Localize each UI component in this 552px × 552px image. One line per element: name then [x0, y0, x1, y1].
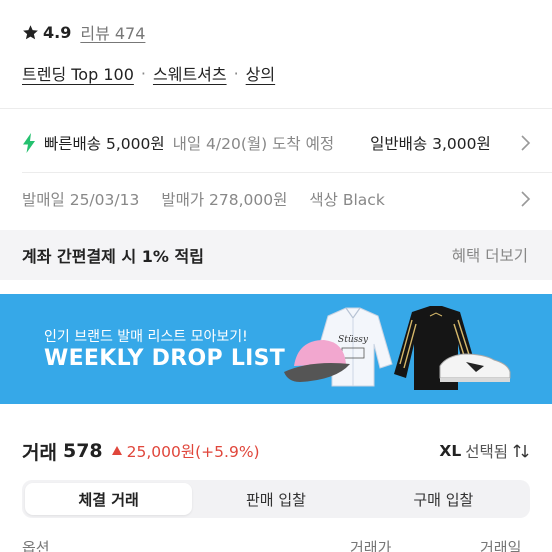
selected-size-label: 선택됨 — [465, 443, 508, 461]
benefit-text: 계좌 간편결제 시 1% 적립 — [22, 247, 204, 266]
selected-size: XL — [439, 442, 462, 460]
column-header-price: 거래가 — [350, 539, 392, 552]
category-link-sweatshirt[interactable]: 스웨트셔츠 — [153, 61, 227, 85]
trade-count: 578 — [62, 440, 103, 462]
category-link-tops[interactable]: 상의 — [246, 61, 275, 85]
category-breadcrumb: 트렌딩 Top 100 · 스웨트셔츠 · 상의 — [22, 61, 275, 85]
price-change: 25,000원(+5.9%) — [126, 443, 260, 461]
release-color: 색상 Black — [309, 191, 385, 209]
release-date: 발매일 25/03/13 — [22, 191, 140, 209]
svg-text:Stüssy: Stüssy — [338, 335, 369, 345]
fast-shipping-eta: 내일 4/20(월) 도착 예정 — [172, 135, 335, 153]
divider — [0, 108, 552, 109]
price-up-icon — [111, 446, 122, 455]
rating-row: 4.9 리뷰 474 — [22, 21, 145, 43]
tab-sell-bids[interactable]: 판매 입찰 — [192, 483, 359, 515]
breadcrumb-separator: · — [140, 63, 146, 83]
trade-label: 거래 — [22, 441, 57, 464]
shipping-options[interactable]: 빠른배송 5,000원 내일 4/20(월) 도착 예정 일반배송 3,000원 — [22, 128, 552, 158]
chevron-right-icon[interactable] — [518, 134, 532, 152]
banner-headline: WEEKLY DROP LIST — [44, 346, 286, 371]
payment-benefit-bar[interactable]: 계좌 간편결제 시 1% 적립 혜택 더보기 — [0, 230, 552, 280]
banner-subtitle: 인기 브랜드 발매 리스트 모아보기! — [44, 329, 248, 345]
release-price: 발매가 278,000원 — [161, 191, 288, 209]
trade-summary: 거래 578 25,000원(+5.9%) XL 선택됨 — [22, 436, 530, 466]
weekly-drop-banner[interactable]: 인기 브랜드 발매 리스트 모아보기! WEEKLY DROP LIST Stü… — [0, 294, 552, 404]
column-header-option: 옵션 — [22, 539, 50, 552]
chevron-right-icon[interactable] — [518, 190, 532, 208]
tab-completed-trades[interactable]: 체결 거래 — [25, 483, 193, 515]
size-selector[interactable]: XL 선택됨 — [439, 440, 530, 462]
trade-tabs: 체결 거래 판매 입찰 구매 입찰 — [22, 480, 530, 518]
column-header-date: 거래일 — [480, 539, 522, 552]
benefit-more-link[interactable]: 혜택 더보기 — [452, 244, 528, 266]
sort-icon[interactable] — [512, 442, 530, 460]
breadcrumb-separator: · — [233, 63, 239, 83]
tab-buy-bids[interactable]: 구매 입찰 — [360, 483, 527, 515]
sneaker-illustration — [439, 353, 511, 382]
release-info[interactable]: 발매일 25/03/13 발매가 278,000원 색상 Black — [22, 186, 385, 212]
category-link-trending[interactable]: 트렌딩 Top 100 — [22, 61, 134, 85]
star-icon — [23, 24, 38, 39]
review-count-link[interactable]: 리뷰 474 — [80, 20, 145, 44]
divider — [22, 172, 552, 173]
lightning-icon — [23, 133, 35, 153]
banner-products-illustration: Stüssy — [284, 306, 511, 390]
rating-score: 4.9 — [43, 22, 72, 42]
normal-shipping-label: 일반배송 3,000원 — [370, 135, 491, 153]
fast-shipping-label: 빠른배송 5,000원 — [44, 135, 165, 153]
